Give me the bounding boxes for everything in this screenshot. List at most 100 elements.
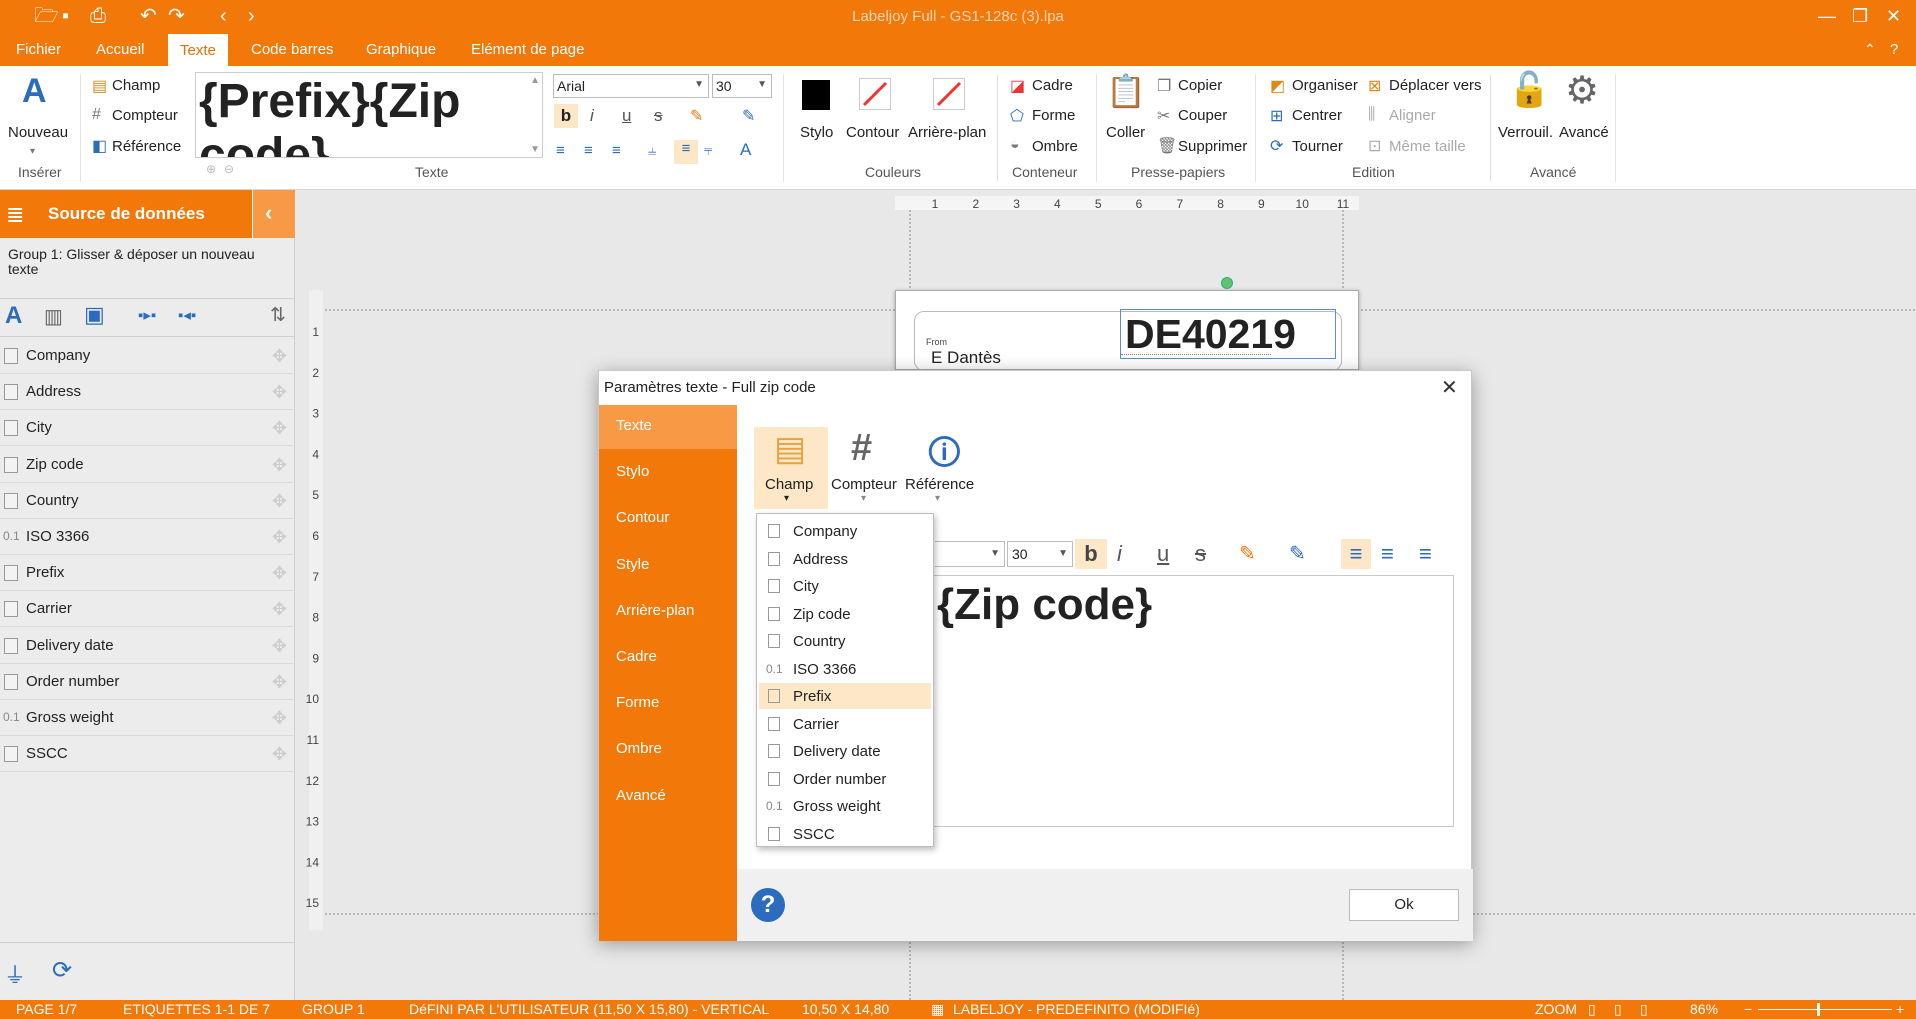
text-preview-box[interactable]: {Prefix}{Zip code} ▲ ▼ xyxy=(195,72,543,158)
field-list-item[interactable]: 0.1 Gross weight ✥ xyxy=(0,700,293,736)
bold-button[interactable]: b xyxy=(1075,539,1107,569)
tab-texte[interactable]: Texte xyxy=(168,34,228,66)
stylo-color-swatch[interactable] xyxy=(802,80,830,110)
drag-handle-icon[interactable]: ✥ xyxy=(272,672,287,693)
field-list-item[interactable]: City ✥ xyxy=(0,410,293,447)
tab-code-barres[interactable]: Code barres xyxy=(251,41,334,58)
add-barcode-icon[interactable]: ▥ xyxy=(44,304,63,329)
drag-handle-icon[interactable]: ✥ xyxy=(272,599,287,620)
paste-icon[interactable]: 📋 xyxy=(1106,72,1146,110)
plug-icon[interactable]: ⏚ xyxy=(4,958,26,990)
zoom-fit-icon[interactable]: ▯ xyxy=(1640,1001,1648,1018)
dropdown-item[interactable]: SSCC xyxy=(759,821,931,847)
coller-button[interactable]: Coller xyxy=(1106,124,1145,141)
avance-button[interactable]: Avancé xyxy=(1559,124,1609,141)
cadre-button[interactable]: Cadre xyxy=(1032,77,1073,94)
drag-handle-icon[interactable]: ✥ xyxy=(272,636,287,657)
align-center-icon[interactable]: ≡ xyxy=(584,142,593,159)
dialog-sidebar-item[interactable]: Avancé xyxy=(599,775,737,819)
help-icon[interactable]: ? xyxy=(751,888,785,922)
tab-accueil[interactable]: Accueil xyxy=(96,41,144,58)
tab-graphique[interactable]: Graphique xyxy=(366,41,436,58)
dropdown-item[interactable]: City xyxy=(759,573,931,599)
reference-button[interactable]: Référence xyxy=(112,138,181,155)
drag-handle-icon[interactable]: ✥ xyxy=(272,708,287,729)
zoom-out-icon[interactable]: − xyxy=(1744,1001,1752,1017)
nouveau-button[interactable]: Nouveau xyxy=(8,124,68,141)
supprimer-button[interactable]: Supprimer xyxy=(1178,138,1247,155)
tab-fichier[interactable]: Fichier xyxy=(16,41,61,58)
champ-button[interactable]: Champ xyxy=(112,77,160,94)
dropdown-item[interactable]: Delivery date xyxy=(759,738,931,764)
label-preview[interactable]: From E Dantès DE40219 xyxy=(895,277,1359,371)
italic-button[interactable]: i xyxy=(1117,541,1122,567)
sort-icon[interactable]: ⇅ xyxy=(270,304,286,327)
dropdown-item[interactable]: Carrier xyxy=(759,711,931,737)
chevron-down-icon[interactable]: ▼ xyxy=(757,79,767,90)
font-name-select[interactable]: Arial ▼ xyxy=(553,74,709,98)
field-list-item[interactable]: Carrier ✥ xyxy=(0,591,293,628)
dropdown-item[interactable]: 0.1 ISO 3366 xyxy=(759,656,931,682)
highlight-color-icon[interactable]: ✎ xyxy=(690,106,703,126)
compteur-toolbar-button[interactable]: # Compteur ▾ xyxy=(831,427,905,509)
drag-handle-icon[interactable]: ✥ xyxy=(272,563,287,584)
field-list-item[interactable]: 0.1 ISO 3366 ✥ xyxy=(0,519,293,555)
contour-color-swatch[interactable] xyxy=(859,78,891,110)
drag-handle-icon[interactable]: ✥ xyxy=(272,346,287,367)
dialog-sidebar-item[interactable]: Cadre xyxy=(599,636,737,680)
strikethrough-button[interactable]: s xyxy=(1195,541,1206,567)
field-list-item[interactable]: Company ✥ xyxy=(0,338,293,374)
reference-toolbar-button[interactable]: 🛈 Référence ▾ xyxy=(905,427,979,509)
drag-handle-icon[interactable]: ✥ xyxy=(272,382,287,403)
status-page-format[interactable]: DéFINI PAR L'UTILISATEUR (11,50 X 15,80)… xyxy=(409,1001,769,1017)
align-left-icon[interactable]: ≡ xyxy=(556,142,565,159)
font-size-select[interactable]: 30 ▼ xyxy=(1007,541,1073,567)
tourner-button[interactable]: Tourner xyxy=(1292,138,1343,155)
text-effects-icon[interactable]: A xyxy=(740,140,751,160)
scroll-down-icon[interactable]: ▼ xyxy=(530,144,540,155)
zoom-slider-thumb[interactable] xyxy=(1817,1003,1820,1016)
underline-button[interactable]: u xyxy=(1157,541,1169,567)
font-size-select[interactable]: 30 ▼ xyxy=(712,74,772,98)
highlight-color-icon[interactable]: ✎ xyxy=(1239,541,1256,566)
dropdown-item[interactable]: Order number xyxy=(759,766,931,792)
bold-button[interactable]: b xyxy=(554,104,578,128)
align-right-icon[interactable]: ≡ xyxy=(612,142,621,159)
collapse-icon[interactable]: ▪◂▪ xyxy=(178,306,196,324)
field-list-item[interactable]: Country ✥ xyxy=(0,482,293,519)
drag-handle-icon[interactable]: ✥ xyxy=(272,527,287,548)
text-color-icon[interactable]: ✎ xyxy=(1289,541,1306,566)
zip-code-text-object[interactable]: DE40219 xyxy=(1120,309,1336,359)
rotate-handle[interactable] xyxy=(1221,277,1233,289)
dialog-sidebar-item[interactable]: Texte xyxy=(599,405,737,449)
field-list-item[interactable]: Prefix ✥ xyxy=(0,555,293,592)
align-left-icon[interactable]: ≡ xyxy=(1341,539,1371,569)
verrouil-button[interactable]: Verrouil. xyxy=(1498,124,1553,141)
meme-taille-button[interactable]: Même taille xyxy=(1389,138,1466,155)
dropdown-item[interactable]: Address xyxy=(759,546,931,572)
drag-handle-icon[interactable]: ✥ xyxy=(272,491,287,512)
strikethrough-button[interactable]: s xyxy=(654,106,663,126)
dropdown-item[interactable]: Company xyxy=(759,518,931,544)
lock-icon[interactable]: 🔓 xyxy=(1508,70,1550,110)
restore-icon[interactable]: ❐ xyxy=(1852,6,1868,27)
arriere-plan-button[interactable]: Arrière-plan xyxy=(908,124,986,141)
dialog-sidebar-item[interactable]: Arrière-plan xyxy=(599,590,737,634)
dropdown-item[interactable]: 0.1 Gross weight xyxy=(759,793,931,819)
expand-icon[interactable]: ▪▸▪ xyxy=(138,306,156,324)
dialog-sidebar-item[interactable]: Forme xyxy=(599,682,737,726)
drag-handle-icon[interactable]: ✥ xyxy=(272,744,287,765)
zoom-width-icon[interactable]: ▯ xyxy=(1614,1001,1622,1018)
font-name-select[interactable]: ▼ xyxy=(935,541,1005,567)
scroll-up-icon[interactable]: ▲ xyxy=(530,75,540,86)
couper-button[interactable]: Couper xyxy=(1178,107,1227,124)
dialog-sidebar-item[interactable]: Contour xyxy=(599,497,737,541)
new-text-icon[interactable]: A xyxy=(22,72,47,111)
zoom-page-icon[interactable]: ▯ xyxy=(1588,1001,1596,1018)
zoom-out-icon[interactable]: ⊖ xyxy=(224,162,234,176)
help-icon[interactable]: ? xyxy=(1890,41,1898,58)
champ-toolbar-button[interactable]: ▤ Champ ▾ xyxy=(754,427,828,509)
zoom-in-icon[interactable]: ⊕ xyxy=(206,162,216,176)
dialog-sidebar-item[interactable]: Ombre xyxy=(599,728,737,772)
ombre-button[interactable]: Ombre xyxy=(1032,138,1078,155)
